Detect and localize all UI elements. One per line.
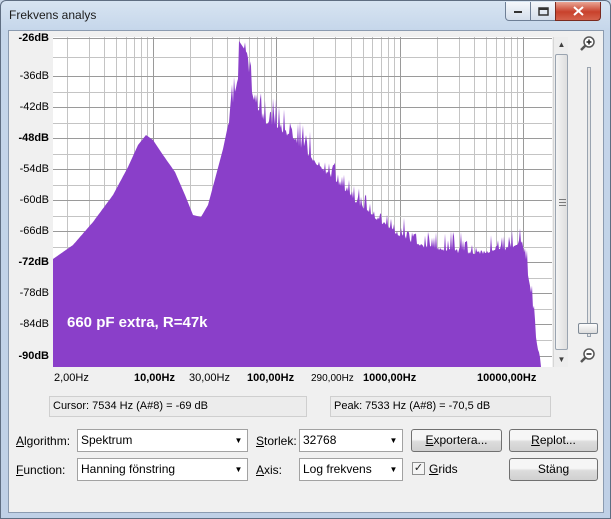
minimize-icon [514,11,522,13]
axis-label: Axis: [256,463,283,477]
frequency-analysis-window: Frekvens analys 660 pF extra, R=47k -26d… [0,0,611,519]
frequency-axis-label: 10,00Hz [134,372,175,384]
plot-annotation: 660 pF extra, R=47k [67,314,208,331]
peak-readout: Peak: 7533 Hz (A#8) = -70,5 dB [330,396,551,417]
spectrum-plot[interactable]: 660 pF extra, R=47k [53,37,552,367]
function-label: Function: [16,463,66,477]
scroll-thumb[interactable] [555,54,568,350]
close-window-button[interactable] [555,2,601,21]
db-axis-label: -42dB [19,101,49,113]
maximize-icon [537,6,549,16]
frequency-axis-label: 30,00Hz [189,372,230,384]
cursor-readout: Cursor: 7534 Hz (A#8) = -69 dB [49,396,307,417]
scroll-up-icon[interactable]: ▲ [554,37,569,52]
db-axis-label: -90dB [18,350,49,362]
spectrum-plot-area: 660 pF extra, R=47k -26dB -36dB -42dB -48dB… [9,31,555,384]
zoom-controls [575,31,605,367]
algorithm-select[interactable]: Spektrum ▼ [77,429,248,452]
db-axis-label: -60dB [19,194,49,206]
function-select[interactable]: Hanning fönstring ▼ [77,458,248,481]
grids-label[interactable]: Grids [429,462,458,476]
frequency-axis-label: 10000,00Hz [477,372,537,384]
chevron-down-icon: ▼ [234,436,243,445]
close-button[interactable]: Stäng [509,458,598,481]
chevron-down-icon: ▼ [389,436,398,445]
chevron-down-icon: ▼ [234,465,243,474]
zoom-slider-track[interactable] [587,67,591,337]
replot-button[interactable]: Replot... [509,429,598,452]
function-value: Hanning fönstring [81,462,176,476]
axis-select[interactable]: Log frekvens ▼ [299,458,403,481]
size-label: Storlek: [256,434,297,448]
db-axis-label: -66dB [19,225,49,237]
db-axis-label: -36dB [19,70,49,82]
export-button[interactable]: Exportera... [411,429,502,452]
frequency-axis-label: 100,00Hz [247,372,295,384]
grip-line [559,205,566,206]
frequency-axis-label: 290,00Hz [311,373,354,384]
chevron-down-icon: ▼ [389,465,398,474]
grids-checkbox[interactable]: ✓ [412,462,425,475]
size-select[interactable]: 32768 ▼ [299,429,403,452]
grip-line [559,202,566,203]
frequency-axis-label: 1000,00Hz [363,372,417,384]
title-bar[interactable]: Frekvens analys [1,1,610,30]
db-axis-label: -72dB [18,256,49,268]
size-value: 32768 [303,433,337,447]
algorithm-value: Spektrum [81,433,133,447]
grip-line [559,199,566,200]
db-axis-label: -84dB [19,318,49,330]
db-axis-label: -54dB [19,163,49,175]
zoom-out-icon[interactable] [579,347,597,365]
minimize-button[interactable] [505,2,531,21]
plot-vertical-scrollbar[interactable]: ▲ ▼ [553,37,568,367]
scroll-down-icon[interactable]: ▼ [554,352,569,367]
axis-value: Log frekvens [303,462,372,476]
algorithm-label: Algorithm: [16,434,71,448]
db-axis-label: -26dB [18,32,49,44]
maximize-button[interactable] [530,2,556,21]
frequency-axis-label: 2,00Hz [54,372,89,384]
zoom-in-icon[interactable] [579,35,597,53]
close-icon [572,6,584,16]
zoom-slider-thumb[interactable] [578,323,598,334]
window-title: Frekvens analys [9,8,97,22]
db-axis-label: -48dB [18,132,49,144]
db-axis-label: -78dB [19,287,49,299]
dialog-body: 660 pF extra, R=47k -26dB -36dB -42dB -48dB… [8,30,604,513]
